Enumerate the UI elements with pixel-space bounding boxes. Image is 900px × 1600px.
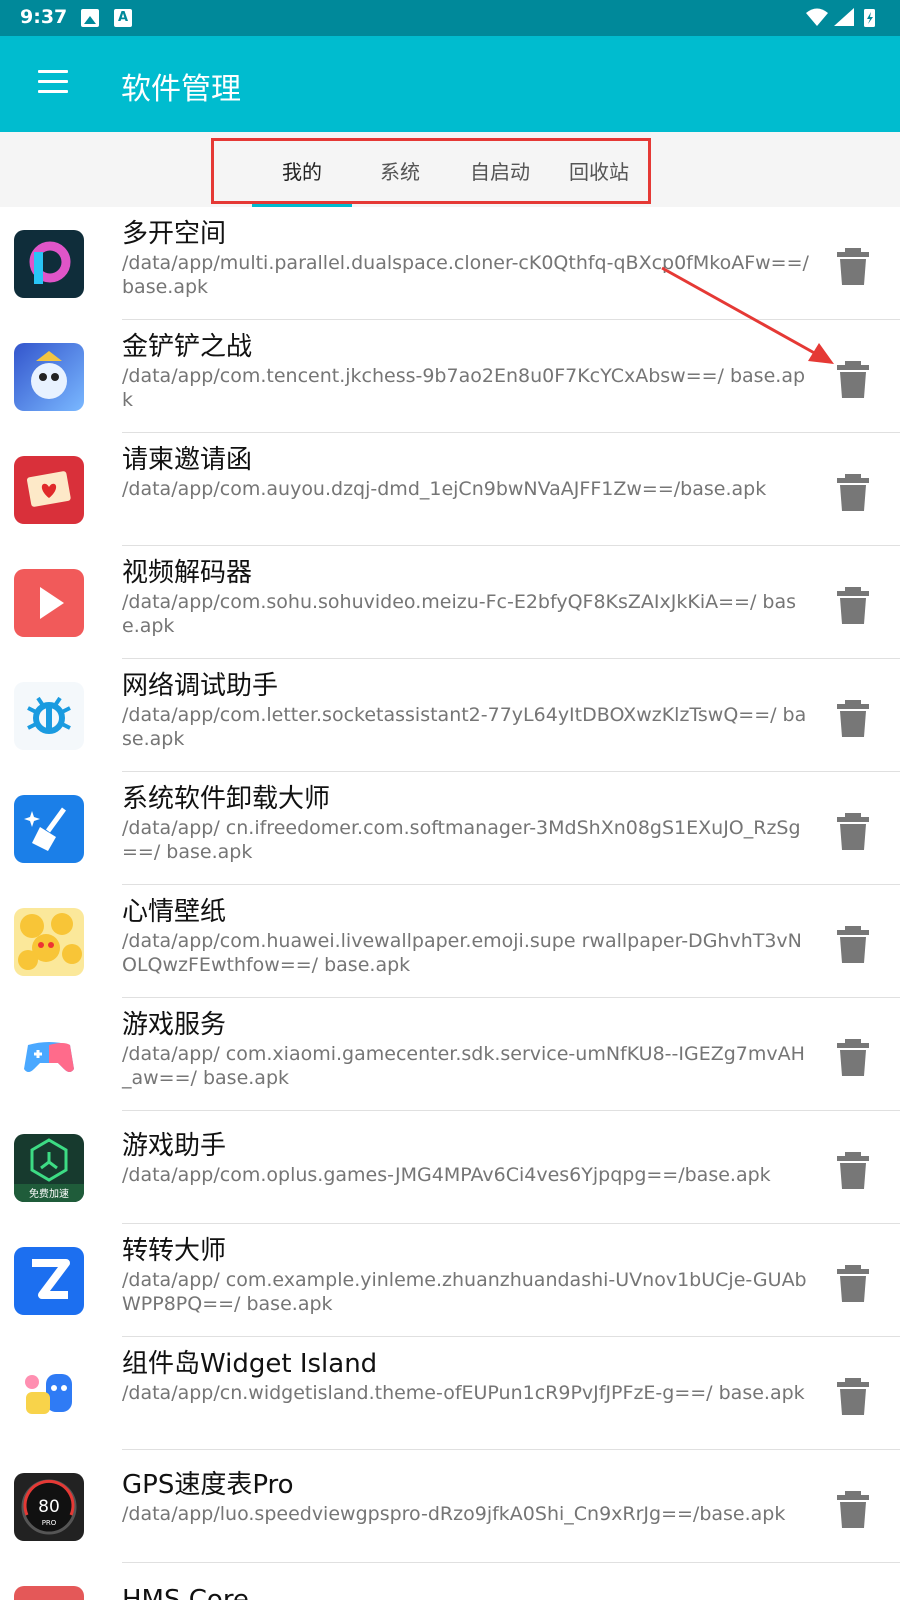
trash-icon[interactable] [832,1262,874,1304]
app-path: /data/app/cn.widgetisland.theme-ofEUPun1… [122,1382,805,1404]
list-item[interactable]: 免费加速 游戏助手 /data/app/com.oplus.games-JMG4… [0,1111,900,1224]
app-toolbar: 软件管理 [0,36,900,132]
trash-icon[interactable] [832,810,874,852]
emoji-icon [14,908,84,976]
app-path: /data/app/com.huawei.livewallpaper.emoji… [122,930,802,976]
trash-icon[interactable] [832,1036,874,1078]
play-icon [14,569,84,637]
a-notification-icon: A [114,9,132,27]
tab-bar: 我的 系统 自启动 回收站 [0,132,900,207]
app-name: GPS速度表Pro [122,1470,294,1500]
app-name: 多开空间 [122,219,227,249]
trash-icon[interactable] [832,358,874,400]
app-path: /data/app/ com.example.yinleme.zhuanzhua… [122,1269,807,1315]
app-path: /data/app/com.sohu.sohuvideo.meizu-Fc-E2… [122,591,796,637]
trash-icon[interactable] [832,245,874,287]
list-item[interactable]: HMS Core [0,1563,900,1600]
trash-icon[interactable] [832,584,874,626]
signal-icon [834,8,854,26]
list-item[interactable]: 组件岛Widget Island /data/app/cn.widgetisla… [0,1337,900,1450]
trash-icon[interactable] [832,471,874,513]
app-name: 请柬邀请函 [122,445,253,475]
list-item[interactable]: 视频解码器 /data/app/com.sohu.sohuvideo.meizu… [0,546,900,659]
app-name: 转转大师 [122,1236,227,1266]
tab-mine[interactable]: 我的 [252,156,352,185]
list-item[interactable]: 金铲铲之战 /data/app/com.tencent.jkchess-9b7a… [0,320,900,433]
icon-speed-text: 80 [38,1497,60,1517]
app-name: 游戏助手 [122,1131,227,1161]
list-item[interactable]: 请柬邀请函 /data/app/com.auyou.dzqj-dmd_1ejCn… [0,433,900,546]
list-item[interactable]: 心情壁纸 /data/app/com.huawei.livewallpaper.… [0,885,900,998]
dualspace-app-icon [14,230,84,298]
trash-icon[interactable] [832,923,874,965]
list-item[interactable]: 游戏服务 /data/app/ com.xiaomi.gamecenter.sd… [0,998,900,1111]
speedometer-icon: 80 PRO [14,1473,84,1541]
jkchess-app-icon [14,343,84,411]
app-name: 金铲铲之战 [122,332,253,362]
app-path: /data/app/com.tencent.jkchess-9b7ao2En8u… [122,365,806,411]
app-name: 系统软件卸载大师 [122,784,331,814]
icon-caption: 免费加速 [29,1187,69,1200]
app-name: 心情壁纸 [122,897,227,927]
app-name: 视频解码器 [122,558,253,588]
tab-recycle-bin[interactable]: 回收站 [549,156,649,185]
list-item[interactable]: 多开空间 /data/app/multi.parallel.dualspace.… [0,207,900,320]
broom-icon [14,795,84,863]
trash-icon[interactable] [832,1149,874,1191]
list-item[interactable]: 系统软件卸载大师 /data/app/ cn.ifreedomer.com.so… [0,772,900,885]
bug-icon [14,682,84,750]
hms-core-app-icon [14,1586,84,1600]
app-path: /data/app/com.oplus.games-JMG4MPAv6Ci4ve… [122,1164,771,1186]
status-indicators-icon [806,8,875,27]
wifi-icon [806,8,828,26]
app-list: 多开空间 /data/app/multi.parallel.dualspace.… [0,207,900,1600]
app-path: /data/app/com.auyou.dzqj-dmd_1ejCn9bwNVa… [122,478,767,500]
page-title: 软件管理 [121,72,241,107]
tab-system[interactable]: 系统 [350,156,450,185]
app-path: /data/app/com.letter.socketassistant2-77… [122,704,807,750]
app-path: /data/app/luo.speedviewgpspro-dRzo9jfkA0… [122,1503,786,1525]
invitation-app-icon [14,456,84,524]
app-name: HMS Core [122,1585,249,1600]
trash-icon[interactable] [832,697,874,739]
list-item[interactable]: 转转大师 /data/app/ com.example.yinleme.zhua… [0,1224,900,1337]
gamepad-icon [14,1021,84,1089]
hamburger-menu-icon[interactable] [38,70,68,96]
trash-icon[interactable] [832,1375,874,1417]
z-logo-icon [14,1247,84,1315]
list-item[interactable]: 80 PRO GPS速度表Pro /data/app/luo.speedviewg… [0,1450,900,1563]
game-assistant-app-icon: 免费加速 [14,1134,84,1202]
gallery-notification-icon [81,9,99,27]
app-name: 组件岛Widget Island [122,1349,378,1379]
icon-caption: PRO [42,1519,57,1527]
app-name: 网络调试助手 [122,671,279,701]
status-bar: 9:37 A [0,0,900,36]
trash-icon[interactable] [832,1488,874,1530]
app-path: /data/app/ cn.ifreedomer.com.softmanager… [122,817,801,863]
list-item[interactable]: 网络调试助手 /data/app/com.letter.socketassist… [0,659,900,772]
app-name: 游戏服务 [122,1010,227,1040]
app-path: /data/app/multi.parallel.dualspace.clone… [122,252,809,298]
status-time: 9:37 [20,6,68,28]
app-path: /data/app/ com.xiaomi.gamecenter.sdk.ser… [122,1043,805,1089]
widget-island-app-icon [14,1360,84,1428]
tab-autostart[interactable]: 自启动 [450,156,550,185]
